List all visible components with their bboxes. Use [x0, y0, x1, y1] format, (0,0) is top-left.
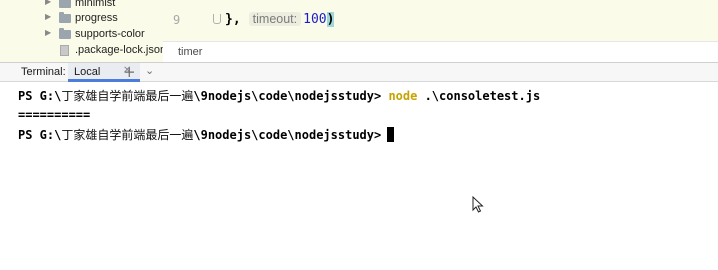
- prompt-path: \9nodejs\code\nodejsstudy>: [193, 89, 382, 103]
- tree-item-package-lock[interactable]: .package-lock.json: [0, 43, 163, 59]
- fold-marker-icon[interactable]: [213, 14, 221, 24]
- prompt-prefix: PS G:\: [18, 89, 62, 103]
- chevron-right-icon[interactable]: ▶: [45, 12, 51, 21]
- project-tree: ▶ minimist ▶ progress ▶ supports-color .…: [0, 0, 163, 62]
- editor-gutter: 9: [163, 0, 210, 41]
- folder-icon: [59, 28, 71, 39]
- command-args: .\consoletest.js: [417, 89, 541, 103]
- breadcrumb-bar: timer: [163, 41, 718, 62]
- terminal-line: PS G:\丁家雄自学前端最后一遍\9nodejs\code\nodejsstu…: [18, 126, 395, 143]
- prompt-prefix: PS G:\: [18, 128, 62, 142]
- code-brace: },: [225, 12, 241, 27]
- tab-label: Local: [74, 66, 101, 78]
- mouse-pointer-icon: [472, 195, 484, 217]
- terminal-header: Terminal: Local ✕ + ⌄: [0, 62, 718, 82]
- chevron-right-icon[interactable]: ▶: [45, 0, 51, 6]
- tree-item-label: minimist: [75, 0, 116, 9]
- tree-item-progress[interactable]: ▶ progress: [0, 11, 163, 27]
- terminal-title: Terminal:: [21, 66, 66, 78]
- chevron-right-icon[interactable]: ▶: [45, 28, 51, 37]
- editor-area: ▶ minimist ▶ progress ▶ supports-color .…: [0, 0, 718, 62]
- folder-icon: [59, 0, 71, 8]
- terminal-body[interactable]: PS G:\丁家雄自学前端最后一遍\9nodejs\code\nodejsstu…: [0, 82, 718, 270]
- prompt-path-cjk: 丁家雄自学前端最后一遍: [61, 89, 194, 103]
- parameter-hint: timeout:: [248, 12, 302, 26]
- plus-icon[interactable]: +: [123, 63, 136, 81]
- code-number: 100: [303, 12, 327, 27]
- tree-item-label: .package-lock.json: [75, 44, 163, 56]
- tree-item-supports-color[interactable]: ▶ supports-color: [0, 27, 163, 43]
- folder-icon: [59, 12, 71, 23]
- breadcrumb[interactable]: timer: [178, 46, 202, 58]
- prompt-path-cjk: 丁家雄自学前端最后一遍: [61, 128, 194, 142]
- code-editor[interactable]: }, timeout: 100): [210, 0, 718, 41]
- terminal-line: PS G:\丁家雄自学前端最后一遍\9nodejs\code\nodejsstu…: [18, 87, 540, 104]
- terminal-output: ==========: [18, 108, 91, 122]
- json-file-icon: [60, 45, 69, 56]
- chevron-down-icon[interactable]: ⌄: [145, 64, 154, 77]
- prompt-path: \9nodejs\code\nodejsstudy>: [193, 128, 382, 142]
- command-name: node: [388, 89, 418, 103]
- tree-item-label: supports-color: [75, 28, 145, 40]
- text-cursor: [387, 127, 395, 142]
- code-line: }, timeout: 100): [225, 12, 335, 27]
- line-number: 9: [173, 13, 181, 27]
- tree-item-label: progress: [75, 12, 118, 24]
- code-paren: ): [326, 12, 335, 27]
